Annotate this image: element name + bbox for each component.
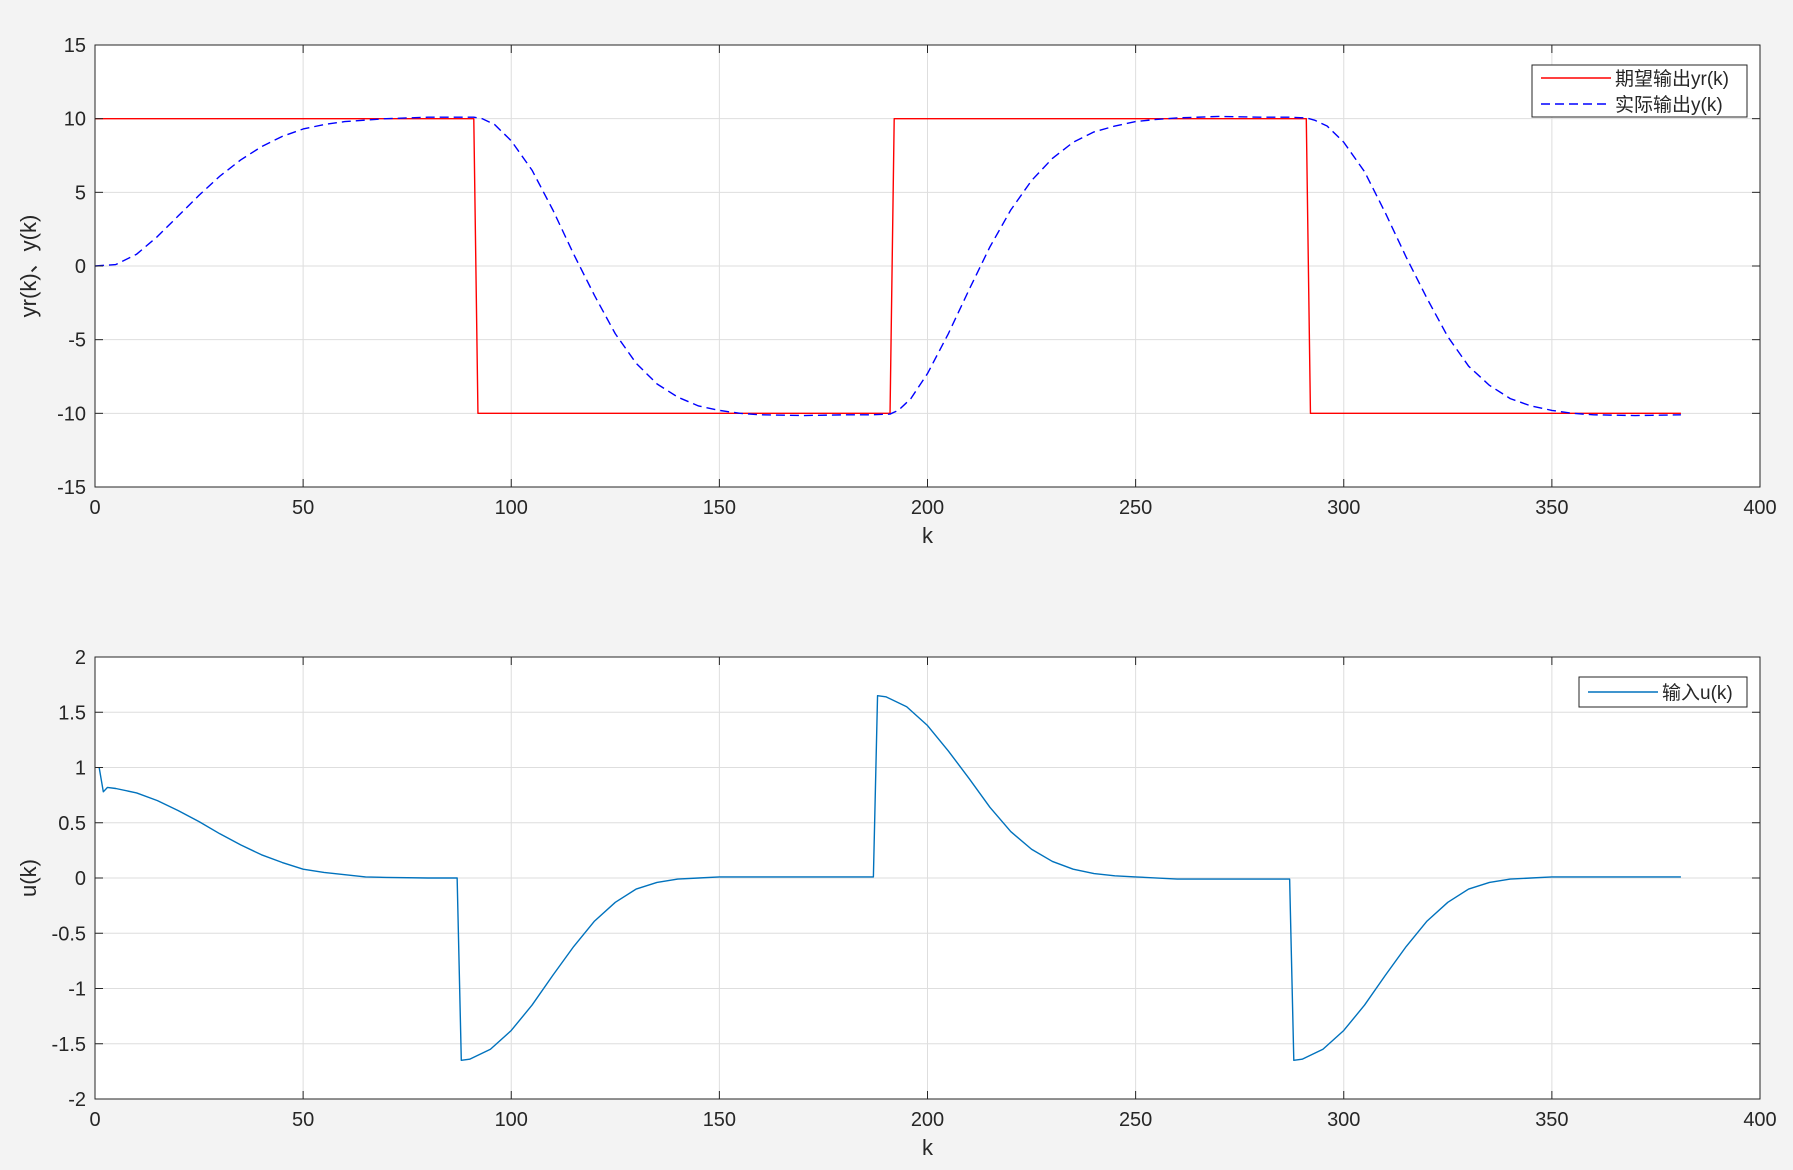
- x-tick-label: 50: [292, 1109, 314, 1131]
- x-tick-label: 0: [89, 497, 100, 519]
- legend-label-1: 实际输出y(k): [1615, 94, 1723, 116]
- x-tick-label: 400: [1743, 1109, 1776, 1131]
- y-tick-label: 0.5: [58, 813, 86, 835]
- y-tick-label: 0: [75, 868, 86, 890]
- x-tick-label: 250: [1119, 1109, 1152, 1131]
- x-tick-label: 300: [1327, 497, 1360, 519]
- y-tick-label: 5: [75, 182, 86, 204]
- x-tick-label: 350: [1535, 497, 1568, 519]
- x-tick-label: 50: [292, 497, 314, 519]
- x-axis-label: k: [922, 523, 934, 548]
- x-tick-label: 0: [89, 1109, 100, 1131]
- x-tick-label: 150: [703, 497, 736, 519]
- y-tick-label: -0.5: [52, 923, 86, 945]
- x-tick-label: 250: [1119, 497, 1152, 519]
- x-tick-label: 200: [911, 497, 944, 519]
- legend: 期望输出yr(k) 实际输出y(k): [1531, 64, 1748, 118]
- subplot-top: 0 50 100 150 200 250 300 350 400 -15 -10 -5 0 5 10 15 k y…: [16, 35, 1777, 548]
- legend-label-0: 输入u(k): [1662, 682, 1733, 704]
- y-tick-label: -10: [57, 403, 86, 425]
- legend-label-0: 期望输出yr(k): [1615, 68, 1729, 90]
- y-tick-label: -2: [68, 1089, 86, 1111]
- x-axis-label: k: [922, 1135, 934, 1160]
- x-tick-label: 100: [495, 1109, 528, 1131]
- figure: 0 50 100 150 200 250 300 350 400-15-10-5051015ky…: [16, 35, 1777, 1160]
- y-tick-label: 15: [64, 35, 86, 57]
- subplot-bottom: 0 50 100 150 200 250 300 350 400 -2 -1.5 -1 -0.5 0 0.5…: [16, 647, 1777, 1160]
- y-tick-label: 2: [75, 647, 86, 669]
- y-tick-label: -15: [57, 477, 86, 499]
- y-tick-label: 10: [64, 109, 86, 131]
- x-tick-label: 300: [1327, 1109, 1360, 1131]
- y-tick-label: 0: [75, 256, 86, 278]
- x-tick-label: 150: [703, 1109, 736, 1131]
- x-tick-label: 400: [1743, 497, 1776, 519]
- y-tick-label: 1.5: [58, 702, 86, 724]
- y-tick-label: -1: [68, 979, 86, 1001]
- y-axis-label: u(k): [16, 859, 41, 897]
- y-axis-label: yr(k)、y(k): [16, 215, 41, 318]
- y-tick-label: -1.5: [52, 1034, 86, 1056]
- y-tick-label: -5: [68, 330, 86, 352]
- x-tick-label: 350: [1535, 1109, 1568, 1131]
- y-tick-label: 1: [75, 758, 86, 780]
- x-tick-label: 200: [911, 1109, 944, 1131]
- x-tick-label: 100: [495, 497, 528, 519]
- legend: 输入u(k): [1578, 676, 1748, 708]
